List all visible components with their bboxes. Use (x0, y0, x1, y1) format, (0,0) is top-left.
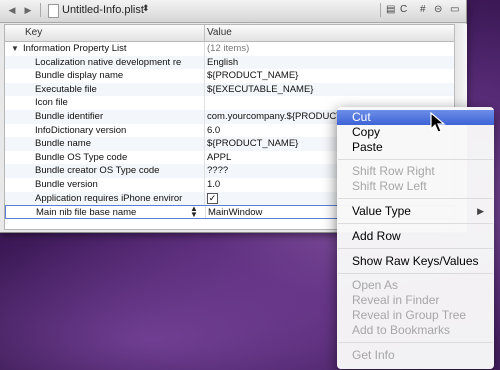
menu-item-reveal-group-tree: Reveal in Group Tree (337, 308, 494, 323)
row-key[interactable]: Bundle name (35, 138, 185, 149)
column-divider (204, 69, 205, 83)
menu-label: Open As (352, 278, 399, 292)
row-value[interactable]: 6.0 (207, 125, 353, 136)
row-value[interactable]: ???? (207, 165, 353, 176)
menu-item-copy[interactable]: Copy (337, 125, 494, 140)
menu-label: Show Raw Keys/Values (352, 254, 479, 268)
menu-label: Add to Bookmarks (352, 323, 451, 337)
chevron-updown-icon[interactable]: ⬍ (142, 3, 150, 14)
row-value[interactable]: APPL (207, 152, 353, 163)
menu-label: Add Row (352, 229, 401, 243)
navigation-bar: ◀ ▶ Untitled-Info.plist ⬍ ▤ C # ⊝ ▭ (0, 0, 466, 23)
menu-separator (338, 159, 493, 160)
menu-label: Get Info (352, 348, 395, 362)
row-key[interactable]: Icon file (35, 97, 185, 108)
row-key[interactable]: Localization native development re (35, 57, 185, 68)
row-key[interactable]: InfoDictionary version (35, 125, 185, 136)
menu-item-cut[interactable]: Cut (337, 110, 494, 125)
menu-item-open-as: Open As (337, 278, 494, 293)
submenu-arrow-icon: ▶ (477, 206, 484, 216)
row-key[interactable]: Bundle identifier (35, 111, 185, 122)
row-value[interactable]: ${PRODUCT_NAME} (207, 70, 353, 81)
separator (40, 3, 41, 17)
document-icon (48, 4, 59, 18)
menu-separator (338, 248, 493, 249)
menu-label: Shift Row Left (352, 179, 427, 193)
bookmark-icon[interactable]: ⊝ (434, 4, 442, 15)
file-name-popup[interactable]: Untitled-Info.plist (62, 4, 144, 16)
column-divider (204, 123, 205, 138)
menu-separator (338, 223, 493, 224)
mouse-pointer-icon (430, 112, 446, 133)
menu-label: Copy (352, 125, 381, 139)
column-divider (204, 150, 205, 165)
menu-label: Reveal in Finder (352, 293, 440, 307)
menu-item-get-info: Get Info (337, 348, 494, 363)
column-divider[interactable] (204, 25, 205, 41)
table-header: Key Value (5, 25, 455, 42)
forward-arrow-icon[interactable]: ▶ (22, 3, 34, 17)
counterpart-button[interactable]: C (400, 4, 407, 15)
table-row-root[interactable]: ▼ Information Property List (12 items) (5, 42, 455, 56)
table-row[interactable]: Bundle display name ${PRODUCT_NAME} (5, 69, 455, 83)
separator (380, 3, 381, 17)
menu-item-show-raw[interactable]: Show Raw Keys/Values (337, 254, 494, 269)
menu-separator (338, 342, 493, 343)
row-value[interactable]: ${PRODUCT_NAME} (207, 138, 353, 149)
column-divider (204, 191, 205, 206)
checkbox[interactable]: ✓ (207, 192, 218, 204)
row-key[interactable]: Bundle version (35, 179, 185, 190)
column-divider (204, 96, 205, 110)
menu-label: Cut (352, 110, 371, 124)
column-divider (204, 110, 205, 124)
back-arrow-icon[interactable]: ◀ (6, 3, 18, 17)
key-stepper-icon[interactable]: ▲ ▼ (190, 205, 198, 219)
menu-item-reveal-finder: Reveal in Finder (337, 293, 494, 308)
row-key: Information Property List (23, 43, 127, 54)
menu-label: Value Type (352, 204, 411, 218)
menu-label: Shift Row Right (352, 164, 435, 178)
row-key[interactable]: Bundle display name (35, 70, 185, 81)
column-divider (204, 55, 205, 70)
menu-label: Paste (352, 140, 383, 154)
table-row[interactable]: Executable file ${EXECUTABLE_NAME} (5, 82, 455, 97)
column-divider (204, 178, 205, 192)
disclosure-triangle-icon[interactable]: ▼ (11, 44, 19, 53)
menu-item-add-row[interactable]: Add Row (337, 229, 494, 244)
row-value[interactable]: English (207, 57, 353, 68)
column-divider (204, 82, 205, 97)
column-divider (205, 206, 206, 218)
row-value[interactable]: ✓ (207, 192, 353, 204)
menu-separator (338, 273, 493, 274)
menu-separator (338, 198, 493, 199)
row-key[interactable]: Bundle OS Type code (35, 152, 185, 163)
row-key[interactable]: Executable file (35, 84, 185, 95)
column-header-value[interactable]: Value (207, 27, 232, 38)
menu-item-add-bookmarks: Add to Bookmarks (337, 323, 494, 338)
column-header-key[interactable]: Key (25, 27, 42, 38)
menu-item-shift-row-right: Shift Row Right (337, 164, 494, 179)
row-value: (12 items) (207, 43, 250, 54)
row-value[interactable]: MainWindow (208, 207, 354, 218)
menu-item-shift-row-left: Shift Row Left (337, 179, 494, 194)
menu-item-paste[interactable]: Paste (337, 140, 494, 155)
row-value[interactable]: com.yourcompany.${PRODUCT_NAME (207, 111, 353, 122)
row-key[interactable]: Bundle creator OS Type code (35, 165, 185, 176)
row-value[interactable]: ${EXECUTABLE_NAME} (207, 84, 353, 95)
row-key[interactable]: Main nib file base name (36, 207, 186, 218)
row-key[interactable]: Application requires iPhone enviror (35, 193, 185, 204)
table-row[interactable]: Localization native development re Englis… (5, 55, 455, 70)
column-divider (204, 137, 205, 151)
context-menu: Cut Copy Paste Shift Row Right Shift Row… (337, 107, 494, 369)
row-value[interactable]: 1.0 (207, 179, 353, 190)
symbols-menu-icon[interactable]: ▤ (386, 4, 395, 15)
split-view-icon[interactable]: ▭ (450, 4, 459, 15)
menu-item-value-type[interactable]: Value Type ▶ (337, 204, 494, 219)
column-divider (204, 42, 205, 56)
menu-label: Reveal in Group Tree (352, 308, 467, 322)
column-divider (204, 164, 205, 178)
includes-button[interactable]: # (420, 4, 426, 15)
